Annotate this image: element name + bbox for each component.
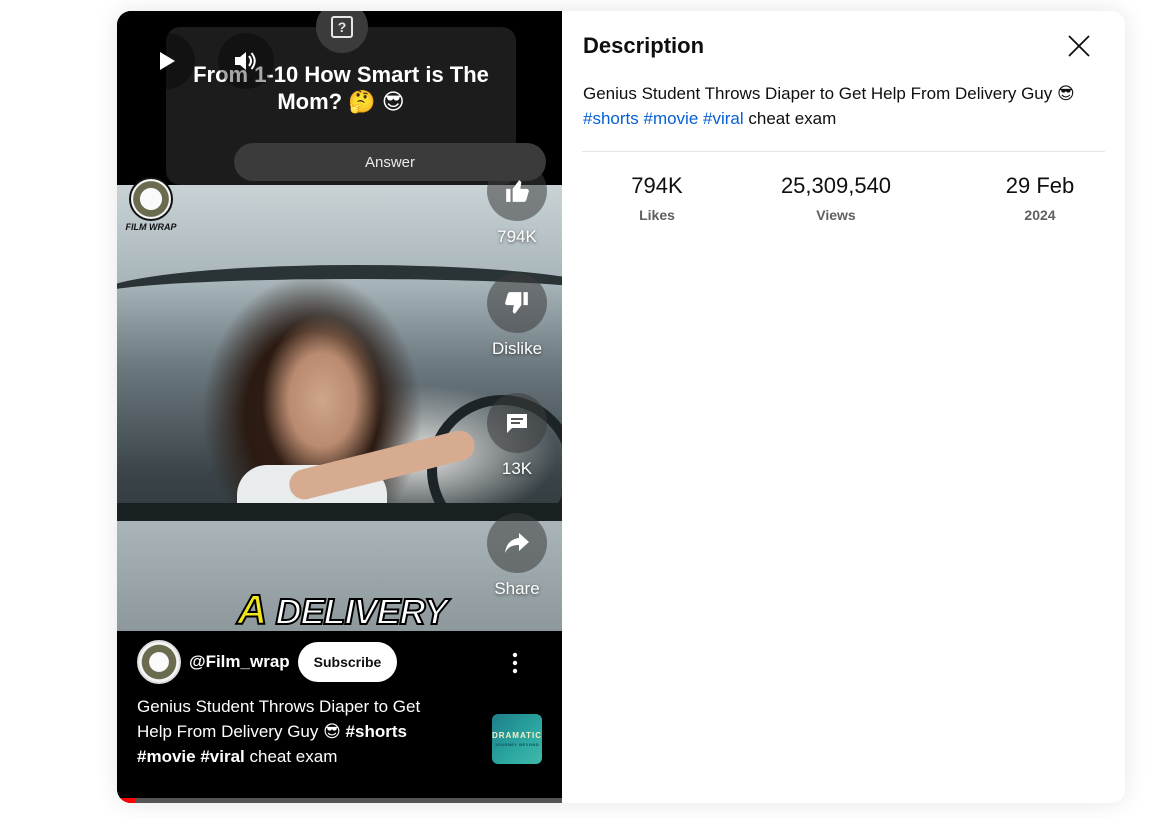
- page: Answer ? From 1-10 How Smart is The Mom?…: [0, 0, 1157, 818]
- channel-avatar[interactable]: [137, 640, 181, 684]
- volume-icon: [235, 52, 256, 70]
- close-button[interactable]: [1064, 31, 1094, 61]
- divider: [582, 151, 1105, 152]
- video-info: @Film_wrap Subscribe Genius Student Thro…: [117, 631, 562, 803]
- subscribe-button[interactable]: Subscribe: [297, 642, 398, 682]
- video-caption: A DELIVERY: [236, 585, 449, 634]
- film-wrap-logo-icon: [129, 177, 173, 221]
- comment-count: 13K: [501, 459, 533, 478]
- hashtag-viral[interactable]: #viral: [200, 747, 244, 766]
- play-button[interactable]: [139, 33, 195, 89]
- hashtag-shorts[interactable]: #shorts: [346, 722, 407, 741]
- share-label: Share: [494, 579, 540, 598]
- caption-letter: A: [236, 585, 267, 634]
- volume-button[interactable]: [218, 33, 274, 89]
- description-body: Genius Student Throws Diaper to Get Help…: [583, 84, 1075, 103]
- progress-bar[interactable]: [117, 798, 562, 803]
- progress-fill: [117, 798, 135, 803]
- watermark-text: FILM WRAP: [125, 222, 177, 232]
- video-title: Genius Student Throws Diaper to Get Help…: [137, 694, 457, 769]
- playlist-thumb-title: DRAMATIC: [491, 731, 543, 740]
- hashtag-movie[interactable]: #movie: [137, 747, 196, 766]
- playlist-thumbnail[interactable]: DRAMATIC JOURNEY BEYOND: [492, 714, 542, 764]
- thumb-down-icon: [487, 273, 547, 333]
- like-count: 794K: [497, 227, 537, 246]
- stat-views-label: Views: [816, 207, 856, 223]
- description-hashtag-shorts[interactable]: #shorts: [583, 109, 639, 128]
- kebab-icon: [512, 652, 518, 674]
- description-heading: Description: [583, 33, 705, 58]
- stat-date-year: 2024: [1024, 207, 1056, 223]
- stat-views-value: 25,309,540: [780, 173, 892, 198]
- stat-date: 29 Feb 2024: [970, 173, 1110, 223]
- play-icon: [160, 52, 175, 70]
- description-tail: cheat exam: [743, 109, 837, 128]
- video-title-tail: cheat exam: [244, 747, 338, 766]
- playlist-thumb-sub: JOURNEY BEYOND: [494, 742, 540, 747]
- stat-date-value: 29 Feb: [1005, 173, 1075, 198]
- share-button[interactable]: Share: [485, 513, 549, 599]
- like-button[interactable]: 794K: [485, 161, 549, 247]
- stat-likes-value: 794K: [631, 173, 683, 198]
- stat-likes: 794K Likes: [602, 173, 712, 223]
- description-hashtag-viral[interactable]: #viral: [703, 109, 744, 128]
- shorts-player[interactable]: Answer ? From 1-10 How Smart is The Mom?…: [117, 11, 562, 803]
- share-icon: [487, 513, 547, 573]
- description-panel: Description Genius Student Throws Diaper…: [562, 11, 1125, 803]
- comment-icon: [487, 393, 547, 453]
- close-icon: [1068, 35, 1090, 57]
- stat-likes-label: Likes: [639, 207, 675, 223]
- comments-button[interactable]: 13K: [485, 393, 549, 479]
- more-options-button[interactable]: [503, 651, 527, 675]
- caption-word: DELIVERY: [274, 590, 448, 633]
- channel-watermark: FILM WRAP: [123, 177, 179, 232]
- channel-handle[interactable]: @Film_wrap: [189, 652, 290, 672]
- channel-row: @Film_wrap Subscribe: [137, 639, 398, 685]
- shorts-modal: Answer ? From 1-10 How Smart is The Mom?…: [117, 11, 1125, 803]
- stat-views: 25,309,540 Views: [771, 173, 901, 223]
- thumb-up-icon: [487, 161, 547, 221]
- description-hashtag-movie[interactable]: #movie: [643, 109, 698, 128]
- dislike-button[interactable]: Dislike: [485, 273, 549, 359]
- dislike-label: Dislike: [491, 339, 543, 358]
- description-text: Genius Student Throws Diaper to Get Help…: [583, 81, 1103, 131]
